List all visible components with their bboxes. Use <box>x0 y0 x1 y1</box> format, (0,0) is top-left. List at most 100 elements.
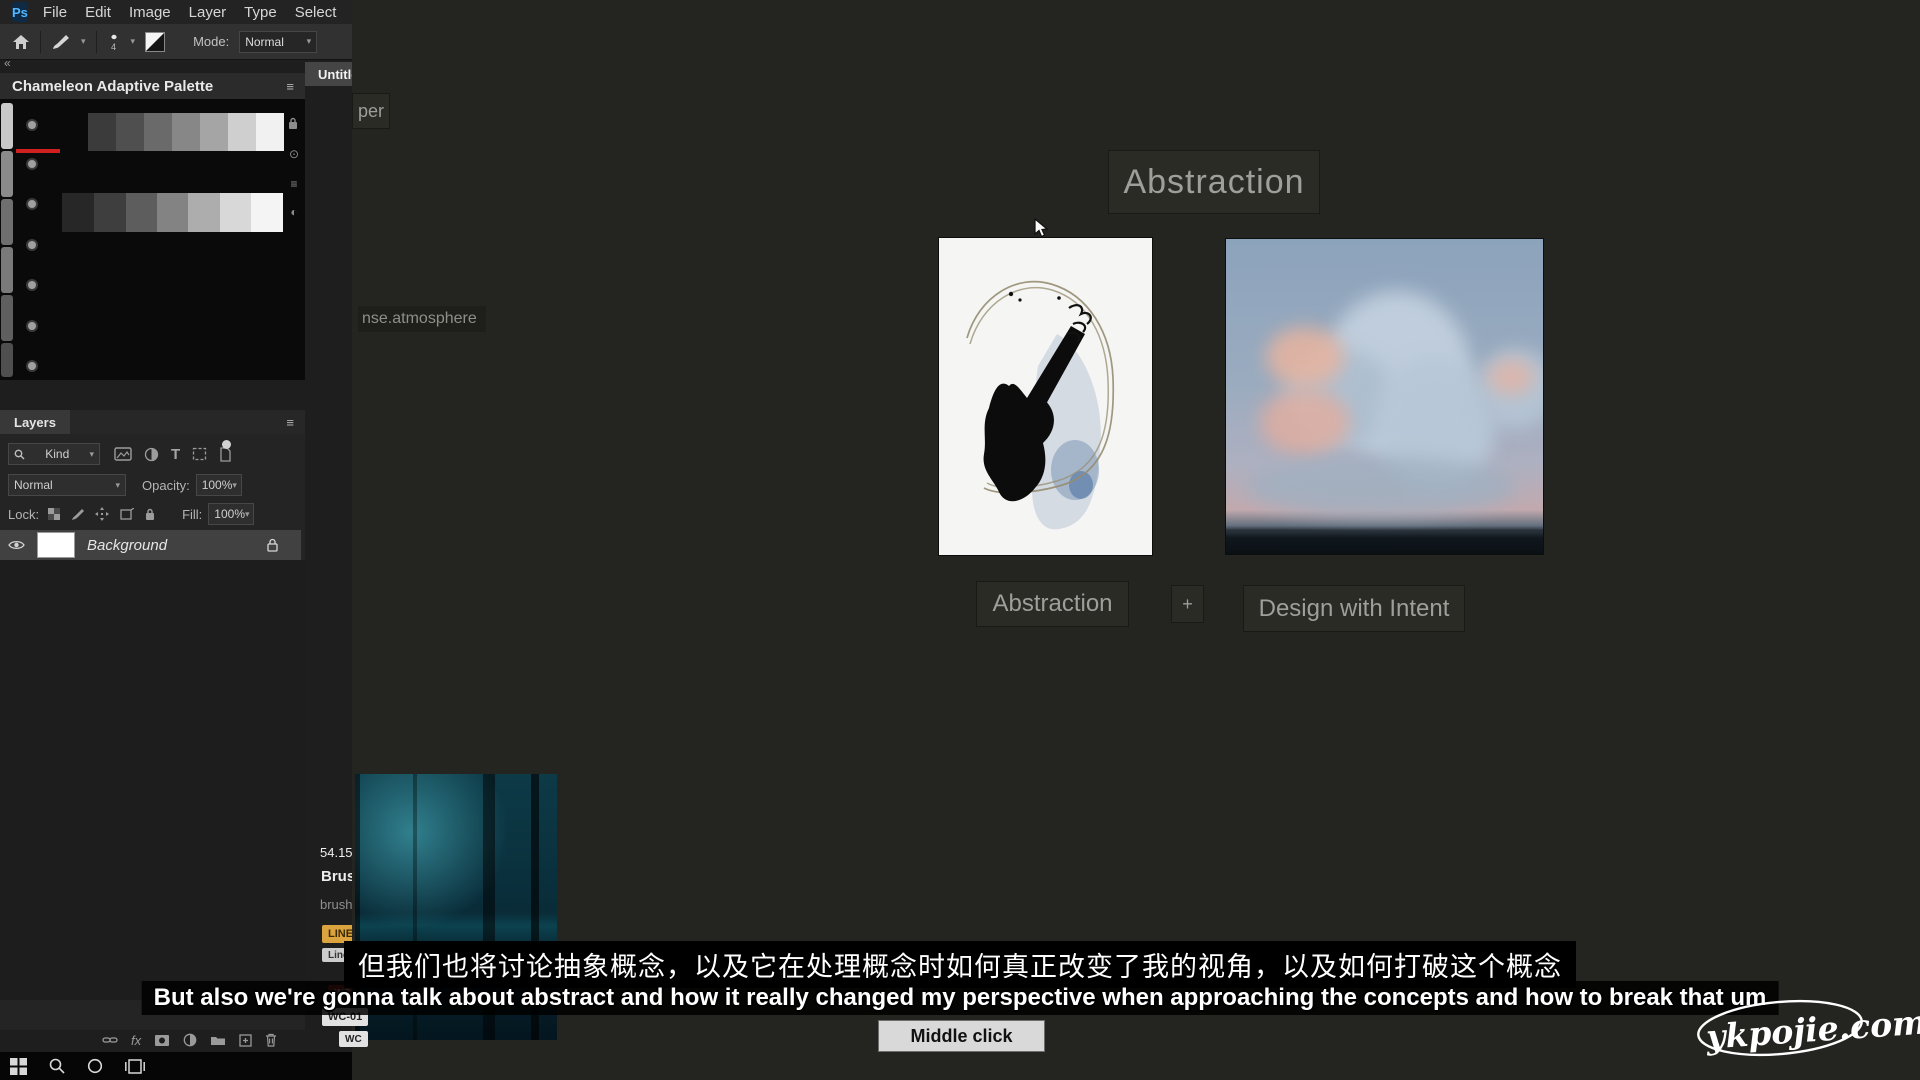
chevron-down-icon[interactable]: ▾ <box>81 36 86 47</box>
contrast-icon[interactable]: ◐ <box>287 205 301 219</box>
tool-strip[interactable] <box>1 295 13 341</box>
palette-row-dot[interactable] <box>26 119 38 131</box>
fill-value-box[interactable]: 100% ▾ <box>208 503 254 525</box>
swatch[interactable] <box>126 193 157 232</box>
swatch[interactable] <box>200 113 228 151</box>
swatch[interactable] <box>251 193 283 232</box>
link-layers-icon[interactable] <box>102 1035 118 1045</box>
start-button[interactable] <box>10 1058 27 1075</box>
swatch[interactable] <box>220 193 251 232</box>
layer-row-background[interactable]: Background <box>0 530 301 560</box>
reference-image-clouds[interactable] <box>1226 239 1543 554</box>
target-icon[interactable]: ⊙ <box>287 147 301 161</box>
tool-strip[interactable] <box>1 343 13 377</box>
filter-shape-icon[interactable] <box>192 447 207 461</box>
menu-file[interactable]: File <box>34 4 76 21</box>
home-icon[interactable] <box>12 34 30 50</box>
tab-layers[interactable]: Layers <box>0 410 70 434</box>
opacity-value-box[interactable]: 100% ▾ <box>196 474 242 496</box>
chevron-down-icon[interactable]: ▾ <box>131 36 136 47</box>
document-tab-title: Untitle <box>318 67 352 82</box>
tool-strip[interactable] <box>1 247 13 293</box>
palette-row-dot[interactable] <box>26 320 38 332</box>
filter-adjustment-icon[interactable] <box>144 447 159 462</box>
reference-image-abstract-ink[interactable] <box>939 238 1152 555</box>
taskbar-search-icon[interactable] <box>49 1058 65 1074</box>
swatch[interactable] <box>228 113 256 151</box>
zoom-level[interactable]: 54.15% <box>320 845 352 860</box>
lock-pixels-icon[interactable] <box>71 507 85 521</box>
swatch[interactable] <box>62 193 94 232</box>
layer-effects-icon[interactable]: fx <box>131 1033 141 1048</box>
lock-all-icon[interactable] <box>144 508 156 521</box>
divider <box>96 31 97 53</box>
tool-options-bar: ▾ 4 ▾ Mode: Normal ▾ <box>0 24 352 60</box>
blend-mode-value: Normal <box>245 35 284 49</box>
gradient-chip-icon[interactable] <box>145 32 165 52</box>
menu-select[interactable]: Select <box>286 4 346 21</box>
filter-pixel-layers-icon[interactable] <box>114 447 132 461</box>
palette-row-dot[interactable] <box>26 198 38 210</box>
opacity-label: Opacity: <box>142 478 190 493</box>
lock-artboard-icon[interactable] <box>119 508 134 521</box>
task-view-icon[interactable] <box>125 1059 145 1074</box>
visibility-eye-icon[interactable] <box>8 539 25 551</box>
new-layer-icon[interactable] <box>239 1034 252 1047</box>
lock-position-icon[interactable] <box>95 507 109 521</box>
tag-wc[interactable]: WC <box>339 1031 368 1047</box>
divider <box>40 31 41 53</box>
tool-strip[interactable] <box>1 103 13 149</box>
document-tab[interactable]: Untitle <box>305 62 352 86</box>
menu-type[interactable]: Type <box>235 4 286 21</box>
adjustment-layer-icon[interactable] <box>183 1033 197 1047</box>
search-icon <box>14 449 25 460</box>
collapse-panels-icon[interactable]: « <box>4 56 9 70</box>
swatch[interactable] <box>157 193 188 232</box>
panel-menu-icon[interactable]: ≡ <box>286 415 295 430</box>
brush-preview[interactable]: 4 <box>107 33 121 51</box>
layers-bottom-bar: fx <box>0 1027 305 1053</box>
layers-blend-mode-value: Normal <box>14 478 53 492</box>
cloud-blob-pink <box>1260 389 1350 455</box>
filter-toggle-dot[interactable] <box>222 440 231 449</box>
lock-fill-row: Lock: Fill: 100% ▾ <box>0 502 305 526</box>
layer-thumbnail[interactable] <box>37 532 75 558</box>
screen: Ps File Edit Image Layer Type Select Fil… <box>0 0 1920 1080</box>
tool-strip[interactable] <box>1 199 13 245</box>
plus-box[interactable]: + <box>1171 585 1204 623</box>
palette-row-dot[interactable] <box>26 360 38 372</box>
lock-transparency-icon[interactable] <box>47 507 61 521</box>
palette-row-dot[interactable] <box>26 158 38 170</box>
tool-strip[interactable] <box>1 151 13 197</box>
palette-row-dot[interactable] <box>26 239 38 251</box>
lock-icon[interactable] <box>287 117 301 131</box>
layers-filter-row: Kind ▾ T <box>0 440 305 468</box>
lock-label: Lock: <box>8 507 39 522</box>
menu-filter[interactable]: Filter <box>345 4 352 21</box>
swatch[interactable] <box>188 193 220 232</box>
palette-row-dot[interactable] <box>26 279 38 291</box>
menu-edit[interactable]: Edit <box>76 4 120 21</box>
blend-mode-select[interactable]: Normal ▾ <box>239 31 317 53</box>
brush-name[interactable]: brushe <box>320 897 352 912</box>
cortana-icon[interactable] <box>87 1058 103 1074</box>
swatch[interactable] <box>256 113 284 151</box>
chameleon-palette-panel: Chameleon Adaptive Palette ≡ <box>0 73 305 380</box>
layers-blend-mode-select[interactable]: Normal ▾ <box>8 474 126 496</box>
delete-layer-icon[interactable] <box>265 1033 277 1047</box>
filter-kind-select[interactable]: Kind ▾ <box>8 443 100 465</box>
palette-panel-title: Chameleon Adaptive Palette <box>0 78 213 95</box>
filter-type-icon[interactable]: T <box>171 446 180 463</box>
layer-mask-icon[interactable] <box>154 1034 170 1047</box>
sliders-icon[interactable]: ≡ <box>287 177 301 191</box>
swatch[interactable] <box>144 113 172 151</box>
menu-layer[interactable]: Layer <box>180 4 236 21</box>
menu-image[interactable]: Image <box>120 4 180 21</box>
swatch[interactable] <box>88 113 116 151</box>
brush-tool-icon[interactable] <box>51 33 71 51</box>
swatch[interactable] <box>172 113 200 151</box>
swatch[interactable] <box>94 193 126 232</box>
panel-menu-icon[interactable]: ≡ <box>286 79 295 94</box>
swatch[interactable] <box>116 113 144 151</box>
new-group-icon[interactable] <box>210 1034 226 1046</box>
